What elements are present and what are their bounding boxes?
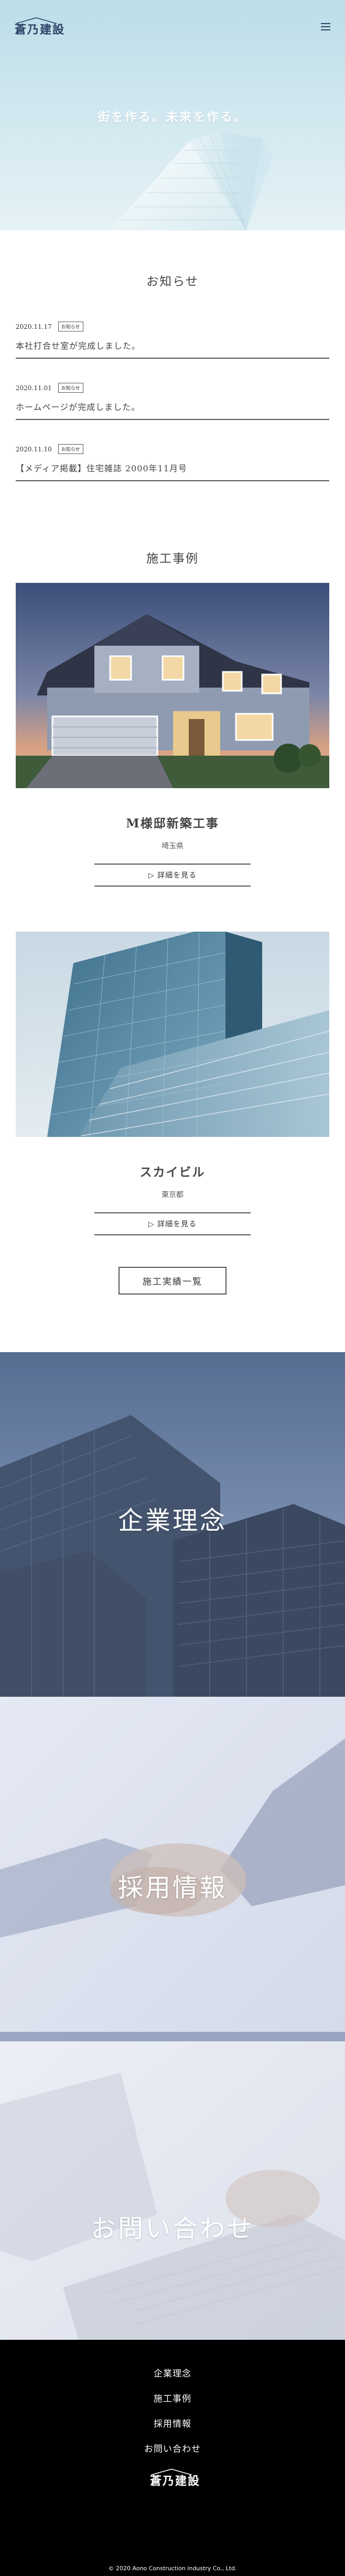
skyscraper-photo[interactable]: [16, 932, 329, 1137]
news-title: お知らせ: [146, 275, 199, 289]
copyright: © 2020 Aono Construction industry Co., L…: [108, 2565, 237, 2572]
news-text: 【メディア掲載】住宅雑誌 2000年11月号: [16, 463, 188, 473]
work-title: スカイビル: [139, 1165, 206, 1179]
news-item[interactable]: 2020.11.17 お知らせ 本社打合せ室が完成しました。: [16, 315, 329, 359]
site-logo[interactable]: 蒼乃建設: [15, 17, 65, 36]
news-list: 2020.11.17 お知らせ 本社打合せ室が完成しました。 2020.11.0…: [16, 315, 329, 481]
recruit-banner[interactable]: 採用情報: [0, 1697, 345, 2041]
logo-text: 蒼乃建設: [15, 23, 66, 37]
hamburger-menu-icon[interactable]: [321, 23, 330, 31]
works-title: 施工事例: [146, 552, 199, 566]
news-item[interactable]: 2020.11.01 お知らせ ホームページが完成しました。: [16, 377, 329, 420]
contact-label: お問い合わせ: [90, 2214, 254, 2243]
news-text: ホームページが完成しました。: [16, 402, 141, 412]
work-title: M様邸新築工事: [126, 816, 219, 831]
footer-link-philosophy[interactable]: 企業理念: [0, 2366, 345, 2379]
footer-logo[interactable]: 蒼乃建設: [150, 2468, 200, 2487]
hero: 蒼乃建設 街を作る。未来を作る。: [0, 0, 345, 230]
work-card: スカイビル 東京都 ▷ 詳細を見る: [16, 932, 329, 1235]
news-tag: お知らせ: [58, 383, 83, 393]
footer-link-recruit[interactable]: 採用情報: [0, 2416, 345, 2429]
news-item[interactable]: 2020.11.10 お知らせ 【メディア掲載】住宅雑誌 2000年11月号: [16, 438, 329, 481]
logo-text: 蒼乃建設: [150, 2474, 201, 2488]
detail-button[interactable]: ▷ 詳細を見る: [94, 864, 251, 887]
news-date: 2020.11.10: [16, 445, 52, 453]
news-date: 2020.11.01: [16, 384, 52, 392]
footer-link-works[interactable]: 施工事例: [0, 2391, 345, 2404]
footer-nav: 企業理念 施工事例 採用情報 お問い合わせ: [0, 2340, 345, 2455]
work-card: M様邸新築工事 埼玉県 ▷ 詳細を見る: [16, 583, 329, 887]
news-text: 本社打合せ室が完成しました。: [16, 341, 141, 351]
hero-catchphrase: 街を作る。未来を作る。: [98, 110, 247, 124]
contact-banner[interactable]: お問い合わせ: [0, 2041, 345, 2340]
philosophy-label: 企業理念: [117, 1506, 227, 1535]
footer-link-contact[interactable]: お問い合わせ: [0, 2441, 345, 2455]
works-section: 施工事例 M様邸新築工事 埼玉県 ▷ 詳細を見る スカイビル 東京都 ▷ 詳細を…: [0, 499, 345, 1295]
news-tag: お知らせ: [58, 322, 83, 331]
news-date: 2020.11.17: [16, 323, 52, 330]
work-location: 埼玉県: [161, 842, 184, 850]
news-section: お知らせ 2020.11.17 お知らせ 本社打合せ室が完成しました。 2020…: [0, 230, 345, 481]
all-works-button[interactable]: 施工実績一覧: [118, 1267, 227, 1295]
footer: 企業理念 施工事例 採用情報 お問い合わせ 蒼乃建設 © 2020 Aono C…: [0, 2340, 345, 2576]
recruit-label: 採用情報: [117, 1873, 227, 1903]
philosophy-banner[interactable]: 企業理念: [0, 1352, 345, 1697]
work-location: 東京都: [161, 1191, 184, 1199]
detail-button[interactable]: ▷ 詳細を見る: [94, 1212, 251, 1235]
news-tag: お知らせ: [58, 444, 83, 454]
laptop-typing-image: [0, 2041, 345, 2340]
house-photo[interactable]: [16, 583, 329, 788]
